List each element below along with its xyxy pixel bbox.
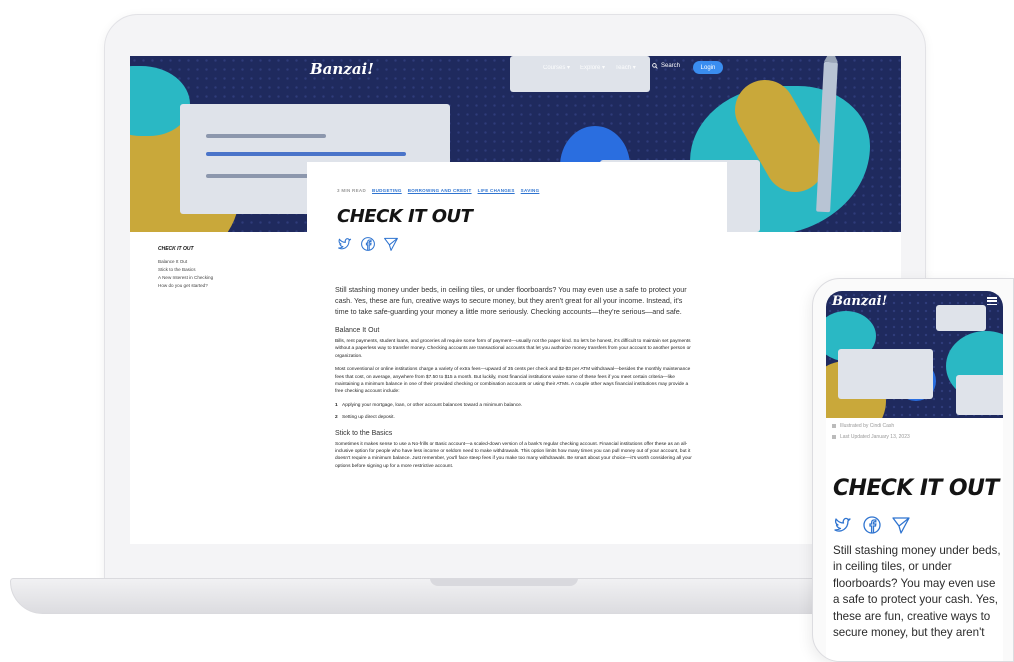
last-updated: Last Updated January 13, 2023 xyxy=(832,432,910,443)
laptop-screen: Banzai! Courses ▾ Explore ▾ Teach ▾ Sear… xyxy=(130,56,901,544)
toc-item-balance[interactable]: Balance It Out xyxy=(158,258,268,266)
mobile-site-logo[interactable]: Banzai! xyxy=(832,294,887,309)
illustrator-text: Illustrated by Cindi Cash xyxy=(840,423,895,429)
check-illustration-right xyxy=(956,375,1003,415)
mobile-article-lede: Still stashing money under beds, in ceil… xyxy=(833,544,1001,640)
menu-icon[interactable] xyxy=(987,297,997,305)
check-illustration xyxy=(838,349,933,399)
check-illustration-top xyxy=(936,305,986,331)
paragraph: Bills, rent payments, student loans, and… xyxy=(335,339,691,359)
mobile-article-meta: Illustrated by Cindi Cash Last Updated J… xyxy=(832,421,910,443)
nav-item-explore[interactable]: Explore ▾ xyxy=(580,64,605,71)
list-item: 1 Applying your mortgage, loan, or other … xyxy=(335,402,523,408)
twitter-icon[interactable] xyxy=(833,515,853,535)
illustrator-credit: Illustrated by Cindi Cash xyxy=(832,421,910,432)
list-item: 2 Setting up direct deposit. xyxy=(335,415,395,421)
list-item-text: Applying your mortgage, loan, or other a… xyxy=(342,402,523,408)
paragraph: Sometimes it makes sense to use a No-fri… xyxy=(335,441,692,469)
tag-budgeting[interactable]: BUDGETING xyxy=(372,188,402,193)
mobile-hero-illustration xyxy=(826,291,1003,418)
toc-item-started[interactable]: How do you get started? xyxy=(158,282,268,290)
mobile-article-title: CHECK IT OUT xyxy=(833,476,999,501)
paragraph: Most conventional or online institutions… xyxy=(335,367,691,395)
list-item-text: Setting up direct deposit. xyxy=(342,415,395,421)
search-icon xyxy=(652,63,658,69)
nav-item-teach[interactable]: Teach ▾ xyxy=(615,64,636,71)
facebook-icon[interactable] xyxy=(862,515,882,535)
last-updated-text: Last Updated January 13, 2023 xyxy=(840,434,910,440)
mobile-share-bar xyxy=(833,515,911,535)
nav-item-courses[interactable]: Courses ▾ xyxy=(543,64,570,71)
search-label: Search xyxy=(661,63,681,69)
toc-item-basics[interactable]: Stick to the Basics xyxy=(158,266,268,274)
facebook-icon[interactable] xyxy=(360,236,376,252)
section-heading-basics: Stick to the Basics xyxy=(335,429,393,437)
article-header: 3 MIN READ BUDGETING BORROWING AND CREDI… xyxy=(307,162,727,240)
article-body: Still stashing money under beds, in ceil… xyxy=(335,284,695,476)
send-icon[interactable] xyxy=(891,515,911,535)
login-button[interactable]: Login xyxy=(693,61,723,74)
article-meta: 3 MIN READ BUDGETING BORROWING AND CREDI… xyxy=(337,188,539,193)
table-of-contents: CHECK IT OUT Balance It Out Stick to the… xyxy=(158,246,268,290)
site-logo[interactable]: Banzai! xyxy=(310,60,374,78)
check-line xyxy=(206,134,326,138)
toc-title: CHECK IT OUT xyxy=(158,246,194,252)
search-link[interactable]: Search xyxy=(652,63,680,69)
tag-life-changes[interactable]: LIFE CHANGES xyxy=(478,188,515,193)
check-line xyxy=(206,152,406,156)
toc-item-interest[interactable]: A New Interest in Checking xyxy=(158,274,268,282)
article-lede: Still stashing money under beds, in ceil… xyxy=(335,285,687,316)
brush-icon xyxy=(832,423,836,428)
read-time: 3 MIN READ xyxy=(337,188,367,193)
phone-screen: Banzai! Illustrated by Cindi Cash Last U… xyxy=(826,291,1003,661)
article-title: CHECK IT OUT xyxy=(337,206,473,227)
laptop-notch xyxy=(430,578,578,586)
calendar-icon xyxy=(832,434,836,439)
tag-borrowing[interactable]: BORROWING AND CREDIT xyxy=(408,188,472,193)
tag-saving[interactable]: SAVING xyxy=(521,188,540,193)
section-heading-balance: Balance It Out xyxy=(335,327,380,334)
send-icon[interactable] xyxy=(383,236,399,252)
share-bar xyxy=(337,236,399,252)
twitter-icon[interactable] xyxy=(337,236,353,252)
phone-frame: Banzai! Illustrated by Cindi Cash Last U… xyxy=(812,278,1014,662)
check-illustration-top xyxy=(510,56,650,92)
main-nav: Courses ▾ Explore ▾ Teach ▾ xyxy=(543,64,636,71)
